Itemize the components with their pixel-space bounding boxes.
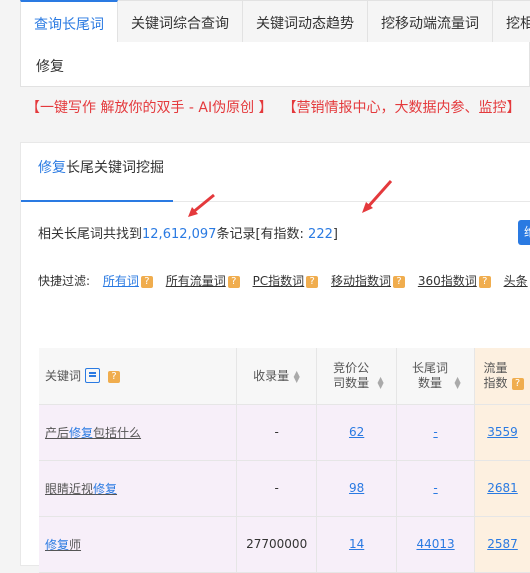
tab-keyword-query[interactable]: 关键词综合查询 (118, 0, 243, 42)
search-value: 修复 (36, 56, 64, 76)
keyword-cell[interactable]: 眼睛近视修复 (39, 460, 237, 516)
filter-360-index[interactable]: 360指数词 (418, 274, 477, 288)
tab-keyword-trend[interactable]: 关键词动态趋势 (243, 0, 368, 42)
keyword-table: 关键词? 收录量▲▼ 竞价公司数量▲▼ 长尾词数量▲▼ 流量指数? 产后修复包括… (39, 348, 530, 573)
col-keyword[interactable]: 关键词? (39, 348, 237, 404)
col-bid-companies[interactable]: 竞价公司数量▲▼ (317, 348, 397, 404)
red-arrow-icon (186, 193, 216, 219)
promo-ai-link[interactable]: 【一键写作 解放你的双手 - AI伪原创 】 (26, 100, 273, 116)
help-icon[interactable]: ? (108, 371, 120, 383)
keyword-cell[interactable]: 产后修复包括什么 (39, 404, 237, 460)
panel-title: 修复长尾关键词挖掘 (38, 157, 164, 177)
help-icon[interactable]: ? (393, 276, 405, 288)
included-cell: - (237, 404, 317, 460)
help-icon[interactable]: ? (228, 276, 240, 288)
filter-all-words[interactable]: 所有词 (103, 274, 139, 288)
bid-cell[interactable]: 14 (317, 516, 397, 572)
help-icon[interactable]: ? (306, 276, 318, 288)
longtail-cell[interactable]: 44013 (397, 516, 475, 572)
search-input[interactable]: 修复 (20, 42, 530, 87)
tab-related[interactable]: 挖相 (493, 0, 530, 42)
longtail-panel: 修复长尾关键词挖掘 相关长尾词共找到12,612,097条记录[有指数: 222… (20, 142, 530, 566)
index-count: 222 (308, 227, 333, 242)
table-header: 关键词? 收录量▲▼ 竞价公司数量▲▼ 长尾词数量▲▼ 流量指数? (39, 348, 530, 404)
filter-pc-index[interactable]: PC指数词 (253, 274, 305, 288)
filter-mobile-index[interactable]: 移动指数词 (331, 274, 391, 288)
bid-cell[interactable]: 62 (317, 404, 397, 460)
tab-bar: 查询长尾词 关键词综合查询 关键词动态趋势 挖移动端流量词 挖相 (20, 0, 530, 42)
keyword-cell[interactable]: 修复师 (39, 516, 237, 572)
filter-toutiao[interactable]: 头条 (504, 274, 528, 288)
promo-bar: 【一键写作 解放你的双手 - AI伪原创 】【营销情报中心，大数据内参、监控】 (26, 97, 521, 117)
sort-icon[interactable]: ▲▼ (454, 377, 461, 389)
action-button[interactable]: 维 (518, 220, 530, 245)
included-cell: - (237, 460, 317, 516)
sort-icon[interactable]: ▲▼ (293, 371, 300, 383)
flow-cell[interactable]: 3559 (475, 404, 530, 460)
longtail-cell[interactable]: - (397, 460, 475, 516)
flow-cell[interactable]: 2681 (475, 460, 530, 516)
filter-traffic-words[interactable]: 所有流量词 (166, 274, 226, 288)
help-icon[interactable]: ? (512, 378, 524, 390)
list-icon[interactable] (85, 368, 100, 383)
longtail-cell[interactable]: - (397, 404, 475, 460)
help-icon[interactable]: ? (141, 276, 153, 288)
quick-filter: 快捷过滤: 所有词? 所有流量词? PC指数词? 移动指数词? 360指数词? … (38, 272, 530, 289)
help-icon[interactable]: ? (479, 276, 491, 288)
tab-mobile-traffic[interactable]: 挖移动端流量词 (368, 0, 493, 42)
bid-cell[interactable]: 98 (317, 460, 397, 516)
filter-label: 快捷过滤: (38, 274, 90, 288)
col-flow-index[interactable]: 流量指数? (475, 348, 530, 404)
red-arrow-icon (359, 179, 393, 215)
record-count: 12,612,097 (142, 227, 216, 242)
table-row: 眼睛近视修复 - 98 - 2681 (39, 460, 530, 516)
table-row: 修复师 27700000 14 44013 2587 (39, 516, 530, 572)
col-longtail-count[interactable]: 长尾词数量▲▼ (397, 348, 475, 404)
included-cell: 27700000 (237, 516, 317, 572)
col-included[interactable]: 收录量▲▼ (237, 348, 317, 404)
sort-icon[interactable]: ▲▼ (377, 377, 384, 389)
table-row: 产后修复包括什么 - 62 - 3559 (39, 404, 530, 460)
active-tab-underline (21, 200, 173, 202)
record-summary: 相关长尾词共找到12,612,097条记录[有指数: 222] (38, 223, 338, 242)
tab-longtail[interactable]: 查询长尾词 (20, 0, 118, 42)
flow-cell[interactable]: 2587 (475, 516, 530, 572)
promo-intel-link[interactable]: 【营销情报中心，大数据内参、监控】 (283, 100, 521, 116)
